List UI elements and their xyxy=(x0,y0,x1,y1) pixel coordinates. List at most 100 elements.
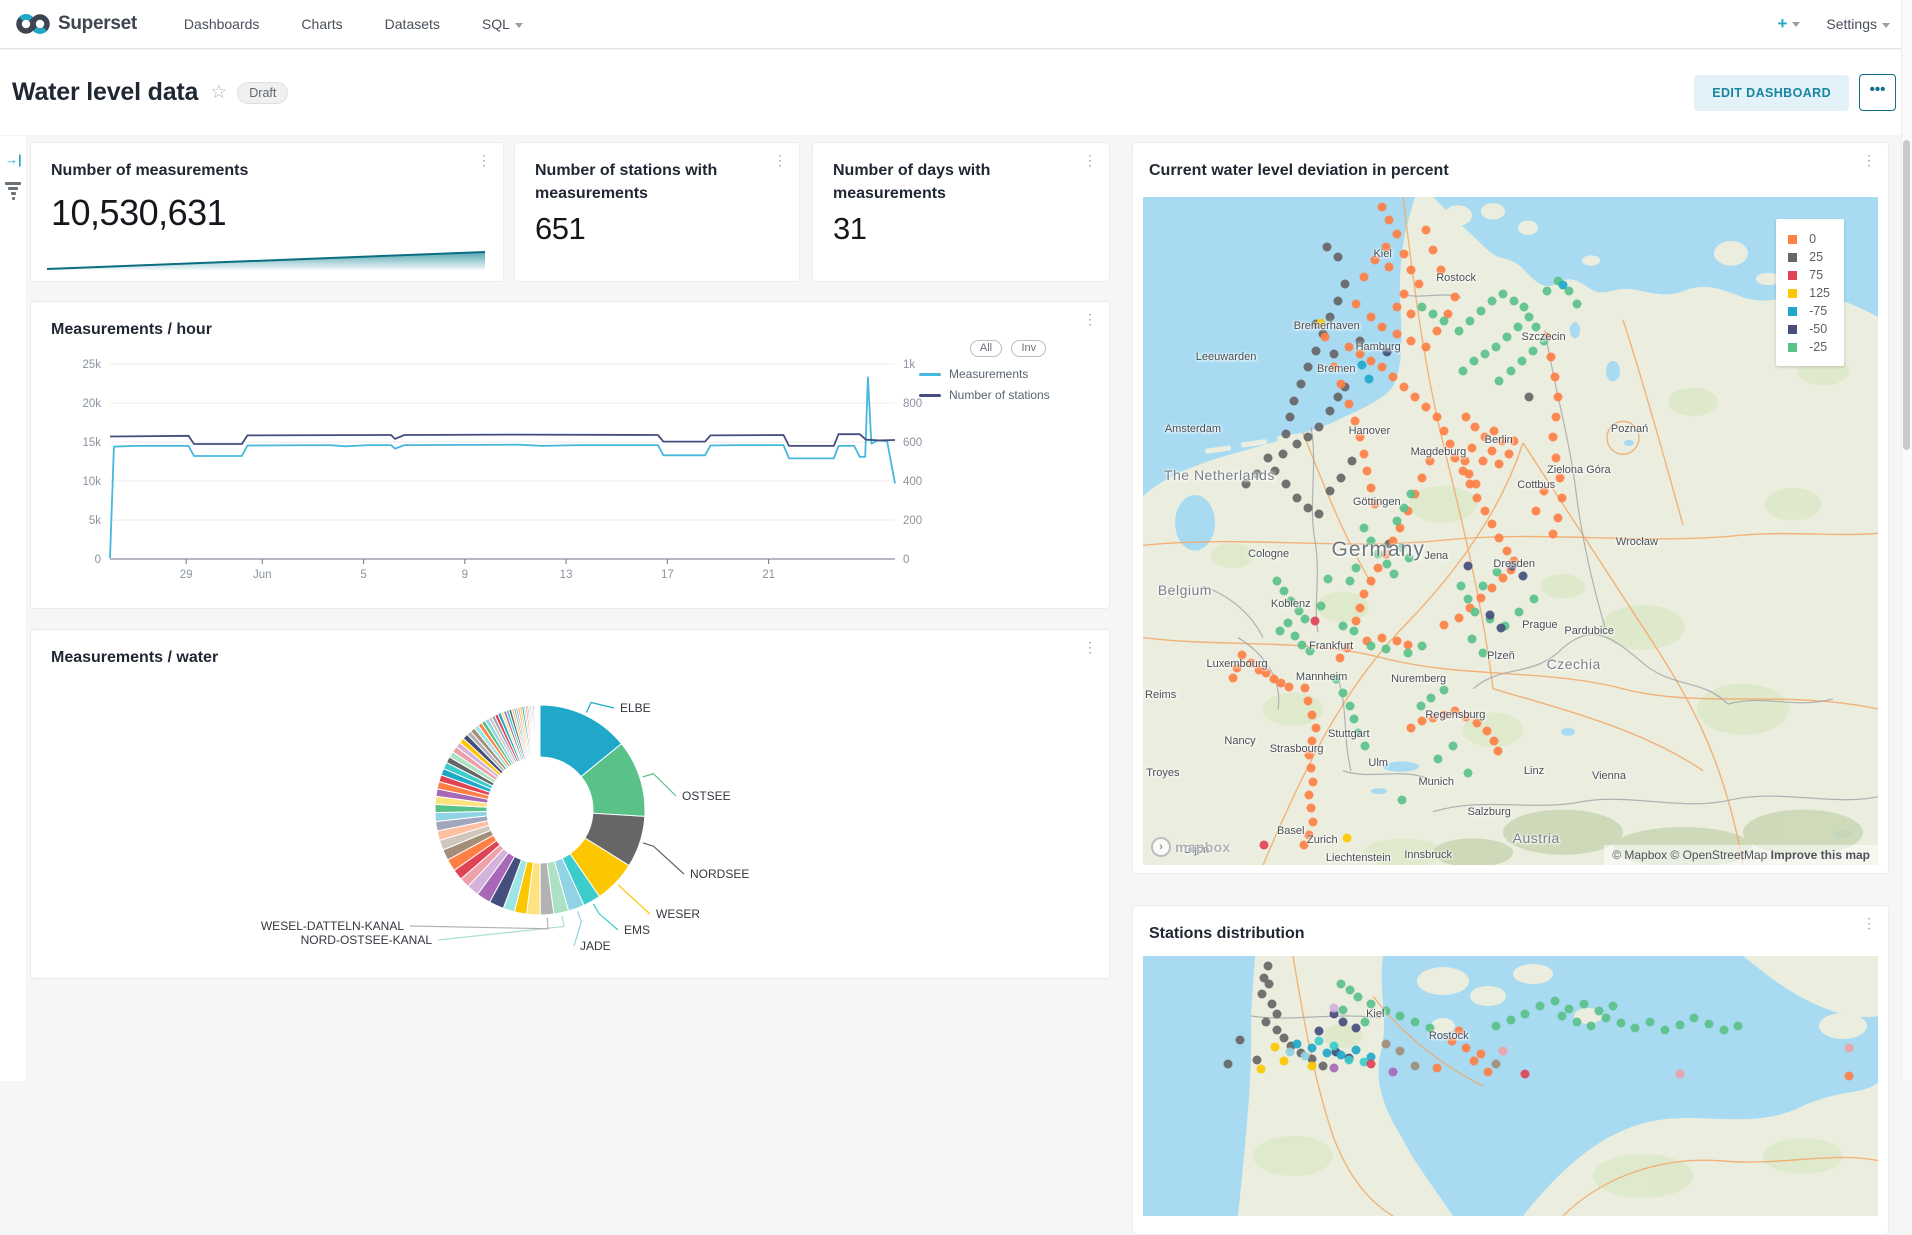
station-dot[interactable] xyxy=(1321,333,1330,342)
station-dot[interactable] xyxy=(1410,393,1419,402)
station-dot[interactable] xyxy=(1283,618,1292,627)
station-dot[interactable] xyxy=(1477,593,1486,602)
station-dot[interactable] xyxy=(1478,581,1487,590)
station-dot[interactable] xyxy=(1315,1037,1324,1046)
station-dot[interactable] xyxy=(1456,581,1465,590)
station-dot[interactable] xyxy=(1488,520,1497,529)
card-menu-icon[interactable]: ⋮ xyxy=(1862,157,1874,163)
station-dot[interactable] xyxy=(1407,336,1416,345)
station-dot[interactable] xyxy=(1392,637,1401,646)
station-dot[interactable] xyxy=(1675,1021,1684,1030)
station-dot[interactable] xyxy=(1359,273,1368,282)
station-dot[interactable] xyxy=(1469,1057,1478,1066)
station-dot[interactable] xyxy=(1305,790,1314,799)
station-dot[interactable] xyxy=(1407,266,1416,275)
station-dot[interactable] xyxy=(1524,393,1533,402)
station-dot[interactable] xyxy=(1440,685,1449,694)
station-dot[interactable] xyxy=(1427,694,1436,703)
station-dot[interactable] xyxy=(1690,1014,1699,1023)
station-dot[interactable] xyxy=(1449,742,1458,751)
station-dot[interactable] xyxy=(1477,1050,1486,1059)
station-dot[interactable] xyxy=(1631,1024,1640,1033)
station-dot[interactable] xyxy=(1304,433,1313,442)
stations-map[interactable]: KielRostock xyxy=(1143,956,1878,1216)
station-dot[interactable] xyxy=(1494,747,1503,756)
station-dot[interactable] xyxy=(1392,229,1401,238)
station-dot[interactable] xyxy=(1480,506,1489,515)
station-dot[interactable] xyxy=(1524,313,1533,322)
station-dot[interactable] xyxy=(1282,430,1291,439)
nav-dashboards[interactable]: Dashboards xyxy=(163,16,281,32)
station-dot[interactable] xyxy=(1330,1004,1339,1013)
station-dot[interactable] xyxy=(1293,1040,1302,1049)
station-dot[interactable] xyxy=(1535,1002,1544,1011)
station-dot[interactable] xyxy=(1259,840,1268,849)
station-dot[interactable] xyxy=(1455,613,1464,622)
station-dot[interactable] xyxy=(1229,673,1238,682)
station-dot[interactable] xyxy=(1304,697,1313,706)
station-dot[interactable] xyxy=(1346,702,1355,711)
card-menu-icon[interactable]: ⋮ xyxy=(1083,316,1095,322)
station-dot[interactable] xyxy=(1557,1012,1566,1021)
station-dot[interactable] xyxy=(1388,1068,1397,1077)
scrollbar-thumb[interactable] xyxy=(1903,140,1910,450)
station-dot[interactable] xyxy=(1418,641,1427,650)
station-dot[interactable] xyxy=(1308,817,1317,826)
station-dot[interactable] xyxy=(1326,406,1335,415)
station-dot[interactable] xyxy=(1471,608,1480,617)
station-dot[interactable] xyxy=(1463,595,1472,604)
station-dot[interactable] xyxy=(1316,601,1325,610)
station-dot[interactable] xyxy=(1352,563,1361,572)
station-dot[interactable] xyxy=(1546,353,1555,362)
legend-item-measurements[interactable]: Measurements xyxy=(919,367,1097,381)
station-dot[interactable] xyxy=(1338,688,1347,697)
station-dot[interactable] xyxy=(1272,577,1281,586)
station-dot[interactable] xyxy=(1291,631,1300,640)
station-dot[interactable] xyxy=(1352,617,1361,626)
station-dot[interactable] xyxy=(1365,374,1374,383)
station-dot[interactable] xyxy=(1488,583,1497,592)
station-dot[interactable] xyxy=(1352,299,1361,308)
station-dot[interactable] xyxy=(1348,456,1357,465)
station-dot[interactable] xyxy=(1646,1018,1655,1027)
station-dot[interactable] xyxy=(1471,480,1480,489)
station-dot[interactable] xyxy=(1521,1070,1530,1079)
station-dot[interactable] xyxy=(1496,623,1505,632)
station-dot[interactable] xyxy=(1518,571,1527,580)
station-dot[interactable] xyxy=(1502,547,1511,556)
station-dot[interactable] xyxy=(1300,1052,1309,1061)
station-dot[interactable] xyxy=(1341,279,1350,288)
station-dot[interactable] xyxy=(1554,393,1563,402)
station-dot[interactable] xyxy=(1366,313,1375,322)
station-dot[interactable] xyxy=(1349,627,1358,636)
station-dot[interactable] xyxy=(1286,1048,1295,1057)
station-dot[interactable] xyxy=(1359,450,1368,459)
station-dot[interactable] xyxy=(1466,316,1475,325)
page-scrollbar[interactable] xyxy=(1901,0,1912,1081)
station-dot[interactable] xyxy=(1403,648,1412,657)
station-dot[interactable] xyxy=(1337,380,1346,389)
station-dot[interactable] xyxy=(1469,356,1478,365)
station-dot[interactable] xyxy=(1392,329,1401,338)
expand-filters-icon[interactable]: →| xyxy=(5,152,22,167)
station-dot[interactable] xyxy=(1338,621,1347,630)
station-dot[interactable] xyxy=(1499,1047,1508,1056)
station-dot[interactable] xyxy=(1366,356,1375,365)
station-dot[interactable] xyxy=(1324,575,1333,584)
station-dot[interactable] xyxy=(1549,530,1558,539)
station-dot[interactable] xyxy=(1350,416,1359,425)
station-dot[interactable] xyxy=(1519,303,1528,312)
station-dot[interactable] xyxy=(1410,1062,1419,1071)
station-dot[interactable] xyxy=(1477,306,1486,315)
station-dot[interactable] xyxy=(1532,506,1541,515)
station-dot[interactable] xyxy=(1289,396,1298,405)
station-dot[interactable] xyxy=(1565,1005,1574,1014)
station-dot[interactable] xyxy=(1252,1056,1261,1065)
station-dot[interactable] xyxy=(1434,755,1443,764)
station-dot[interactable] xyxy=(1616,1019,1625,1028)
card-menu-icon[interactable]: ⋮ xyxy=(1083,157,1095,163)
legend-inv-button[interactable]: Inv xyxy=(1011,340,1046,357)
station-dot[interactable] xyxy=(1396,1047,1405,1056)
station-dot[interactable] xyxy=(1505,450,1514,459)
station-dot[interactable] xyxy=(1433,1064,1442,1073)
